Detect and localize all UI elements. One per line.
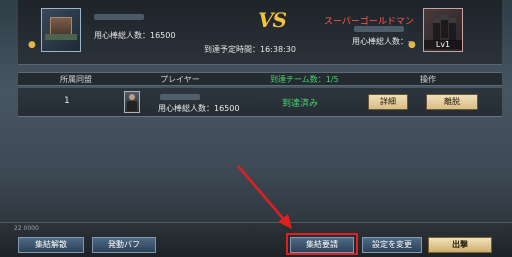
status-badge: 到達済み — [282, 99, 319, 109]
col-action: 操作 — [420, 75, 436, 84]
target-portrait[interactable]: Lv1 — [423, 8, 463, 52]
soldiers-icon — [431, 15, 457, 41]
target-bodyguard-count: 用心棒総人数：-- — [352, 37, 414, 46]
leave-button[interactable]: 離脱 — [426, 94, 478, 110]
highlight-box — [286, 233, 358, 255]
arrival-time: 到達予定時間：16:38:30 — [204, 45, 296, 54]
activate-buff-button[interactable]: 発動バフ — [92, 237, 156, 253]
attacker-bodyguard-count: 用心棒総人数：16500 — [94, 31, 176, 40]
row-index: 1 — [64, 96, 70, 106]
attacker-name-blurred — [94, 14, 144, 20]
avatar[interactable] — [124, 91, 140, 113]
member-bodyguard-count: 用心棒総人数：16500 — [158, 104, 240, 113]
location-pin-icon[interactable]: ● — [28, 40, 36, 50]
vs-label: VS — [258, 8, 287, 32]
table-row: 1 用心棒総人数：16500 到達済み 詳細 離脱 — [18, 88, 502, 117]
attacker-portrait[interactable] — [41, 8, 81, 52]
footer-small-label: 22 0000 — [14, 225, 39, 232]
col-team-count: 到達チーム数：1/5 — [270, 75, 339, 84]
location-pin-icon[interactable]: ● — [408, 40, 416, 50]
col-player: プレイヤー — [160, 75, 200, 84]
bottom-action-bar: 22 0000 集結解散 発動バフ 集結要請 設定を変更 出撃 — [0, 222, 512, 257]
column-headers: 所属同盟 プレイヤー 到達チーム数：1/5 操作 — [18, 72, 502, 86]
building-icon — [45, 17, 77, 40]
disband-rally-button[interactable]: 集結解散 — [18, 237, 84, 253]
rally-header-panel: 用心棒総人数：16500 ● VS 到達予定時間：16:38:30 スーパーゴー… — [18, 0, 502, 65]
attack-button[interactable]: 出撃 — [428, 237, 492, 253]
target-alliance-blurred — [354, 26, 404, 32]
details-button[interactable]: 詳細 — [368, 94, 408, 110]
member-name-blurred — [160, 94, 200, 100]
col-alliance: 所属同盟 — [60, 75, 92, 84]
target-level: Lv1 — [424, 40, 462, 49]
change-settings-button[interactable]: 設定を変更 — [362, 237, 422, 253]
